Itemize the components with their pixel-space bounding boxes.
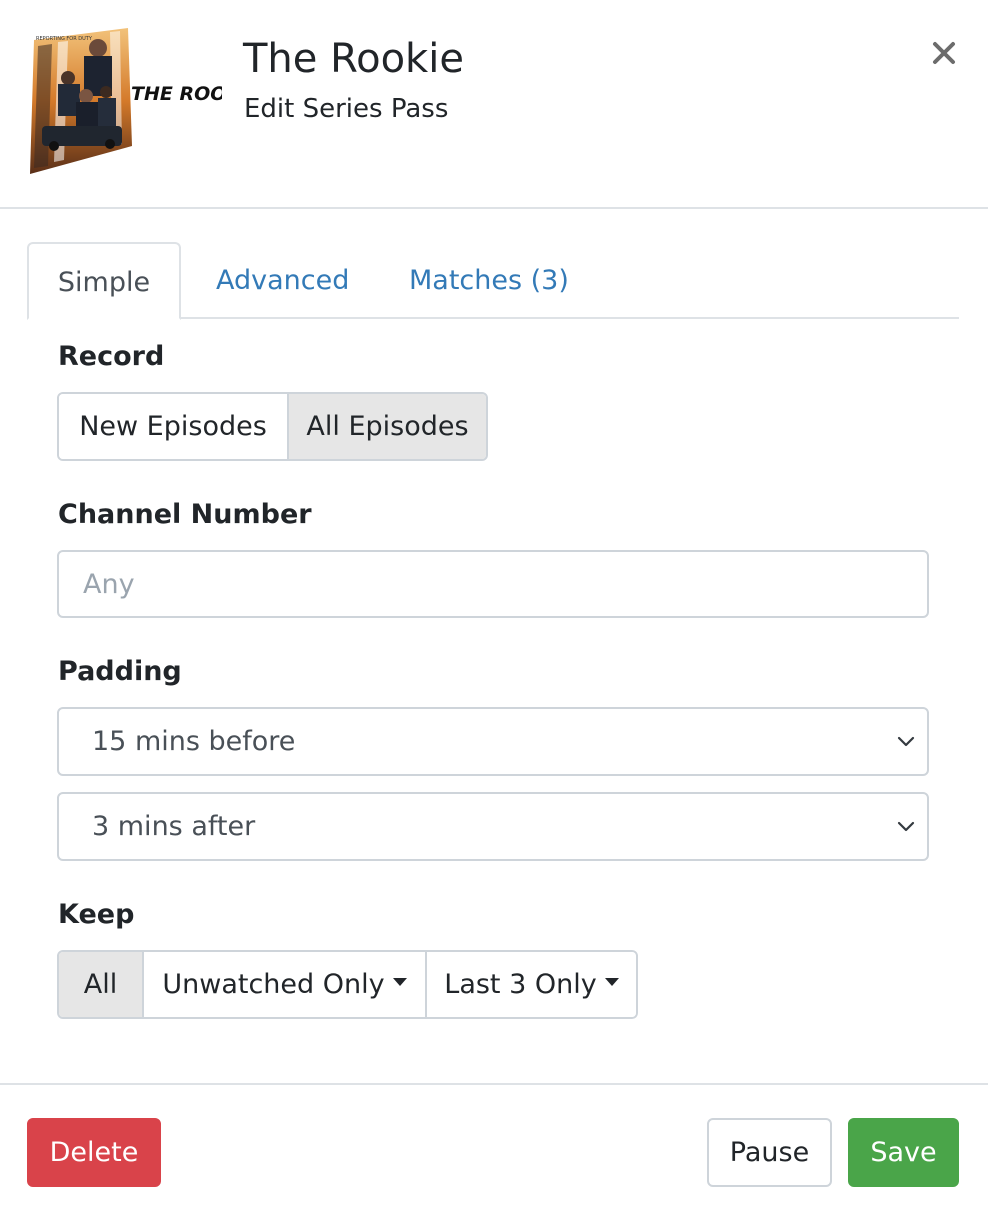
keep-label: Keep	[58, 899, 135, 930]
channel-number-label: Channel Number	[58, 499, 312, 530]
tab-advanced[interactable]: Advanced	[216, 242, 349, 319]
poster-title-text: THE ROOKIE	[131, 83, 222, 105]
close-button[interactable]	[924, 34, 964, 74]
padding-before-select[interactable]: 15 mins before	[57, 707, 929, 776]
channel-number-input[interactable]	[57, 550, 929, 618]
modal-footer: Delete Pause Save	[0, 1083, 988, 1212]
tab-bar: Simple Advanced Matches (3)	[27, 242, 959, 320]
last-3-only-label: Last 3 Only	[444, 969, 597, 1000]
delete-button[interactable]: Delete	[27, 1118, 161, 1187]
tab-simple[interactable]: Simple	[27, 242, 181, 320]
chevron-down-icon	[897, 736, 915, 747]
all-episodes-button[interactable]: All Episodes	[287, 394, 486, 459]
page-title: The Rookie	[243, 36, 464, 82]
close-icon	[933, 42, 955, 64]
tab-matches[interactable]: Matches (3)	[409, 242, 569, 319]
padding-after-value: 3 mins after	[92, 811, 256, 842]
show-poster-image: REPORTING FOR DUTY THE ROOKIE	[28, 26, 261, 176]
keep-button-group: All Unwatched Only Last 3 Only	[57, 950, 638, 1019]
record-label: Record	[58, 341, 165, 372]
keep-all-button[interactable]: All	[59, 952, 142, 1017]
new-episodes-button[interactable]: New Episodes	[59, 394, 287, 459]
modal-header: REPORTING FOR DUTY THE ROOKIE The Rookie…	[0, 0, 988, 209]
padding-before-value: 15 mins before	[92, 726, 296, 757]
caret-down-icon	[604, 977, 619, 986]
record-button-group: New Episodes All Episodes	[57, 392, 488, 461]
page-subtitle: Edit Series Pass	[244, 94, 449, 124]
chevron-down-icon	[897, 821, 915, 832]
unwatched-only-label: Unwatched Only	[162, 969, 385, 1000]
series-pass-modal: REPORTING FOR DUTY THE ROOKIE The Rookie…	[0, 0, 988, 1212]
unwatched-only-dropdown[interactable]: Unwatched Only	[142, 952, 425, 1017]
padding-after-select[interactable]: 3 mins after	[57, 792, 929, 861]
poster-tagline: REPORTING FOR DUTY	[36, 36, 93, 42]
last-3-only-dropdown[interactable]: Last 3 Only	[425, 952, 636, 1017]
pause-button[interactable]: Pause	[707, 1118, 832, 1187]
save-button[interactable]: Save	[848, 1118, 959, 1187]
padding-label: Padding	[58, 656, 182, 687]
caret-down-icon	[392, 977, 407, 986]
